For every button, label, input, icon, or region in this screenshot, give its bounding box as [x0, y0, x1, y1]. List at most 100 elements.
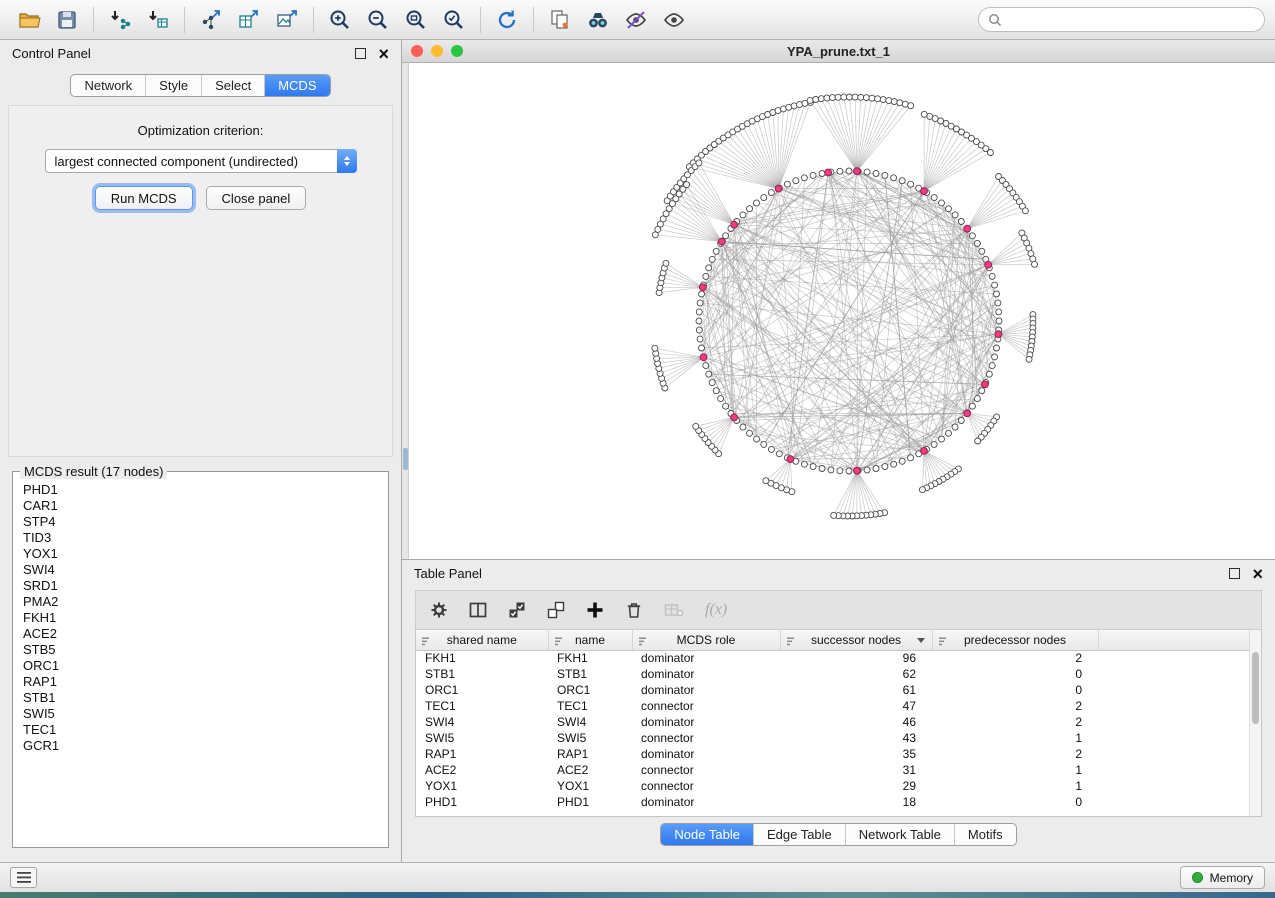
export-network-button[interactable] — [192, 4, 230, 36]
dropdown-stepper-icon[interactable] — [337, 149, 357, 173]
float-table-panel-icon[interactable] — [1229, 568, 1240, 579]
search-field[interactable] — [978, 7, 1265, 32]
result-item[interactable]: SRD1 — [23, 578, 388, 594]
table-row[interactable]: ACE2ACE2connector311 — [416, 762, 1249, 778]
add-column-button[interactable] — [586, 601, 604, 619]
table-settings-button[interactable] — [430, 601, 448, 619]
refresh-button[interactable] — [488, 4, 526, 36]
export-image-button[interactable] — [268, 4, 306, 36]
export-image-icon — [275, 8, 299, 32]
result-item[interactable]: STB1 — [23, 690, 388, 706]
import-network-button[interactable] — [101, 4, 139, 36]
toolbar-separator — [313, 7, 314, 33]
zoom-out-button[interactable] — [359, 4, 397, 36]
column-header-shared-name[interactable]: shared name — [416, 630, 548, 650]
table-row[interactable]: PHD1PHD1dominator180 — [416, 794, 1249, 810]
delete-table-button[interactable] — [664, 601, 684, 619]
float-panel-icon[interactable] — [355, 48, 366, 59]
network-titlebar[interactable]: YPA_prune.txt_1 — [402, 40, 1275, 63]
result-item[interactable]: SWI5 — [23, 706, 388, 722]
scrollbar-thumb[interactable] — [1252, 652, 1259, 724]
sort-icon — [939, 635, 949, 649]
show-selected-button[interactable] — [655, 4, 693, 36]
network-canvas[interactable] — [402, 63, 1275, 559]
table-tab-motifs[interactable]: Motifs — [954, 824, 1016, 845]
result-item[interactable]: STB5 — [23, 642, 388, 658]
binoculars-button[interactable] — [579, 4, 617, 36]
import-table-button[interactable] — [139, 4, 177, 36]
show-panels-button[interactable] — [10, 867, 37, 888]
function-builder-button[interactable]: f(x) — [705, 601, 727, 619]
window-close-light[interactable] — [411, 45, 423, 57]
list-icon — [17, 872, 31, 883]
result-item[interactable]: PHD1 — [23, 482, 388, 498]
show-columns-button[interactable] — [469, 601, 487, 619]
save-session-button[interactable] — [48, 4, 86, 36]
sort-icon — [639, 635, 649, 649]
result-item[interactable]: ACE2 — [23, 626, 388, 642]
search-input[interactable] — [1007, 12, 1255, 27]
result-item[interactable]: CAR1 — [23, 498, 388, 514]
table-tab-node-table[interactable]: Node Table — [661, 824, 753, 845]
tab-mcds[interactable]: MCDS — [264, 75, 329, 96]
column-header-successor-nodes[interactable]: successor nodes — [780, 630, 932, 650]
column-header-MCDS-role[interactable]: MCDS role — [632, 630, 780, 650]
select-all-button[interactable] — [508, 601, 526, 619]
close-panel-icon[interactable]: × — [378, 48, 389, 60]
table-scrollbar[interactable] — [1249, 630, 1261, 816]
delete-column-button[interactable] — [625, 601, 643, 619]
result-item[interactable]: TID3 — [23, 530, 388, 546]
tab-style[interactable]: Style — [145, 75, 201, 96]
zoom-in-button[interactable] — [321, 4, 359, 36]
tab-select[interactable]: Select — [201, 75, 264, 96]
result-item[interactable]: ORC1 — [23, 658, 388, 674]
result-item[interactable]: RAP1 — [23, 674, 388, 690]
toolbar-separator — [93, 7, 94, 33]
export-table-button[interactable] — [230, 4, 268, 36]
table-row[interactable]: ORC1ORC1dominator610 — [416, 682, 1249, 698]
chevron-down-icon — [917, 638, 925, 643]
window-zoom-light[interactable] — [451, 45, 463, 57]
binoculars-icon — [586, 8, 610, 32]
result-item[interactable]: GCR1 — [23, 738, 388, 754]
memory-button[interactable]: Memory — [1180, 866, 1265, 889]
table-row[interactable]: FKH1FKH1dominator962 — [416, 650, 1249, 666]
close-table-panel-icon[interactable]: × — [1252, 568, 1263, 580]
table-row[interactable]: SWI5SWI5connector431 — [416, 730, 1249, 746]
table-tab-edge-table[interactable]: Edge Table — [753, 824, 845, 845]
result-item[interactable]: FKH1 — [23, 610, 388, 626]
network-graph[interactable] — [402, 63, 1274, 559]
zoom-selected-button[interactable] — [435, 4, 473, 36]
table-row[interactable]: STB1STB1dominator620 — [416, 666, 1249, 682]
run-mcds-button[interactable]: Run MCDS — [95, 186, 193, 210]
save-icon — [55, 8, 79, 32]
table-row[interactable]: YOX1YOX1connector291 — [416, 778, 1249, 794]
result-item[interactable]: STP4 — [23, 514, 388, 530]
zoom-fit-button[interactable] — [397, 4, 435, 36]
desktop-background — [0, 892, 1275, 898]
divider-handle-icon[interactable] — [403, 448, 408, 470]
window-minimize-light[interactable] — [431, 45, 443, 57]
column-header-predecessor-nodes[interactable]: predecessor nodes — [932, 630, 1098, 650]
tab-network[interactable]: Network — [71, 75, 145, 96]
result-item[interactable]: TEC1 — [23, 722, 388, 738]
result-item[interactable]: SWI4 — [23, 562, 388, 578]
split-divider[interactable] — [402, 63, 409, 559]
column-header-name[interactable]: name — [548, 630, 632, 650]
control-panel-title: Control Panel — [12, 46, 91, 61]
open-session-button[interactable] — [10, 4, 48, 36]
close-panel-button[interactable]: Close panel — [206, 186, 307, 210]
result-item[interactable]: YOX1 — [23, 546, 388, 562]
table-row[interactable]: RAP1RAP1dominator352 — [416, 746, 1249, 762]
deselect-all-button[interactable] — [547, 601, 565, 619]
node-table: shared namenameMCDS rolesuccessor nodesp… — [415, 630, 1262, 817]
copy-document-button[interactable] — [541, 4, 579, 36]
table-row[interactable]: TEC1TEC1connector472 — [416, 698, 1249, 714]
table-tab-network-table[interactable]: Network Table — [845, 824, 954, 845]
hide-selected-button[interactable] — [617, 4, 655, 36]
eye-slash-icon — [624, 8, 648, 32]
table-row[interactable]: SWI4SWI4dominator462 — [416, 714, 1249, 730]
criterion-dropdown[interactable]: largest connected component (undirected) — [45, 149, 357, 173]
result-item[interactable]: PMA2 — [23, 594, 388, 610]
zoom-selected-icon — [442, 8, 466, 32]
